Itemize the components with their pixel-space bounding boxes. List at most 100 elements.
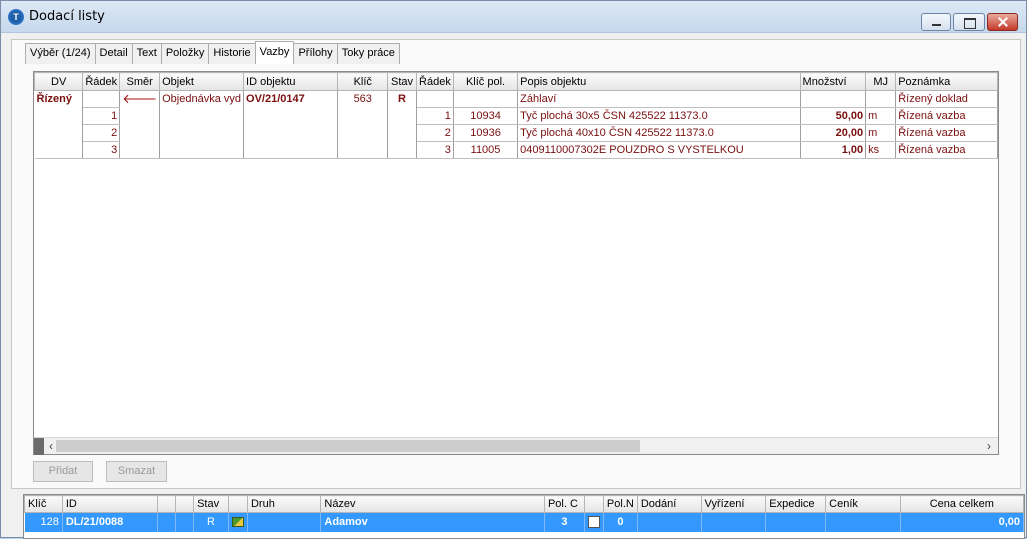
col-klic-pol[interactable]: Klíč pol. (452, 72, 519, 91)
col-nazev[interactable]: Název (320, 495, 545, 513)
col-klic[interactable]: Klíč (24, 495, 63, 513)
cell-objekt (159, 124, 245, 142)
col-radek-pol[interactable]: Řádek (415, 72, 454, 91)
col-dv[interactable]: DV (33, 72, 84, 91)
col-pol-n[interactable]: Pol.N (602, 495, 638, 513)
cell-dodani (637, 512, 702, 532)
tab-historie[interactable]: Historie (208, 43, 256, 64)
col-id-objektu[interactable]: ID objektu (243, 72, 339, 91)
minimize-button[interactable] (921, 13, 951, 31)
links-grid[interactable]: DV Řádek Směr Objekt ID objektu Klíč Sta… (33, 71, 999, 455)
col-stav[interactable]: Stav (193, 495, 229, 513)
col-blank-2[interactable] (175, 495, 195, 513)
cell-vyrizeni (701, 512, 767, 532)
cell-dv (34, 107, 84, 125)
cell-id-objektu: OV/21/0147 (243, 90, 339, 108)
links-header-row: DV Řádek Směr Objekt ID objektu Klíč Sta… (33, 72, 998, 91)
cell-blank-1 (157, 512, 177, 532)
cell-klic-pol: 10936 (453, 124, 519, 142)
documents-table: Klíč ID Stav Druh Název Pol. C Pol.N Dod… (24, 495, 1024, 532)
table-row[interactable]: 1 1 10934 Tyč plochá 30x5 ČSN 425522 113… (34, 107, 998, 125)
cell-checkbox (584, 512, 604, 532)
scrollbar-thumb[interactable] (56, 440, 640, 452)
col-cenik[interactable]: Ceník (825, 495, 901, 513)
col-blank-1[interactable] (157, 495, 177, 513)
cell-radek: 1 (82, 107, 121, 125)
cell-smer (119, 107, 161, 125)
title-bar[interactable]: T Dodací listy (1, 1, 1026, 33)
cell-radek-pol: 1 (416, 107, 454, 125)
cell-stav (387, 141, 417, 159)
col-mnozstvi[interactable]: Množství (799, 72, 867, 91)
cell-poznamka: Řízená vazba (895, 124, 998, 142)
cell-id-objektu (243, 124, 339, 142)
tab-vazby[interactable]: Vazby (254, 41, 295, 64)
table-row[interactable]: 3 3 11005 0409110007302E POUZDRO S VYSTE… (34, 141, 998, 159)
checkbox-icon[interactable] (587, 516, 600, 529)
col-druh[interactable]: Druh (246, 495, 322, 513)
cell-klic (337, 141, 389, 159)
cell-popis: Tyč plochá 30x5 ČSN 425522 11373.0 (517, 107, 801, 125)
col-blank-3[interactable] (227, 495, 248, 513)
tab-text[interactable]: Text (131, 43, 162, 64)
cell-klic (337, 107, 389, 125)
cell-klic-pol: 10934 (453, 107, 519, 125)
cell-objekt (159, 141, 245, 159)
window-title: Dodací listy (29, 9, 105, 24)
col-vyrizeni[interactable]: Vyřízení (700, 495, 767, 513)
cell-blank-2 (175, 512, 195, 532)
tab-vyber[interactable]: Výběr (1/24) (25, 43, 96, 64)
cell-expedice (765, 512, 827, 532)
col-dodani[interactable]: Dodání (636, 495, 702, 513)
cell-klic-pol: 11005 (453, 141, 519, 159)
cell-objekt (159, 107, 245, 125)
col-klic[interactable]: Klíč (337, 72, 389, 91)
cell-popis: 0409110007302E POUZDRO S VYSTELKOU (517, 141, 801, 159)
col-blank-4[interactable] (583, 495, 604, 513)
col-poznamka[interactable]: Poznámka (895, 72, 998, 91)
tab-polozky[interactable]: Položky (160, 43, 210, 64)
cell-mj: m (865, 107, 897, 125)
tab-bar: Výběr (1/24) Detail Text Položky Histori… (25, 41, 400, 64)
col-id[interactable]: ID (61, 495, 159, 513)
documents-grid[interactable]: Klíč ID Stav Druh Název Pol. C Pol.N Dod… (23, 494, 1025, 539)
cell-cena-celkem: 0,00 (900, 512, 1024, 532)
table-row[interactable]: 128 DL/21/0088 R Adamov 3 0 0,00 (24, 512, 1024, 532)
maximize-button[interactable] (953, 13, 985, 31)
tab-detail[interactable]: Detail (94, 43, 133, 64)
cell-klic: 563 (337, 90, 389, 108)
tab-toky-prace[interactable]: Toky práce (336, 43, 400, 64)
cell-dv (34, 141, 84, 159)
cell-druh (247, 512, 322, 532)
scroll-right-icon[interactable]: › (982, 438, 996, 455)
col-mj[interactable]: MJ (865, 72, 897, 91)
cell-dv (34, 124, 84, 142)
cell-nazev: Adamov (320, 512, 545, 532)
close-button[interactable] (987, 13, 1018, 31)
col-stav[interactable]: Stav (387, 72, 417, 91)
col-popis[interactable]: Popis objektu (517, 72, 801, 91)
tab-prilohy[interactable]: Přílohy (293, 43, 338, 64)
cell-klic (337, 124, 389, 142)
table-row[interactable]: 2 2 10936 Tyč plochá 40x10 ČSN 425522 11… (34, 124, 998, 142)
cell-stav: R (193, 512, 229, 532)
cell-smer (119, 124, 161, 142)
documents-header-row: Klíč ID Stav Druh Název Pol. C Pol.N Dod… (24, 495, 1024, 513)
cell-popis: Tyč plochá 40x10 ČSN 425522 11373.0 (517, 124, 801, 142)
cell-mnozstvi (800, 90, 867, 108)
cell-stav (387, 107, 417, 125)
col-smer[interactable]: Směr (119, 72, 161, 91)
add-button[interactable]: Přidat (33, 461, 93, 482)
cell-stav: R (387, 90, 417, 108)
col-cena-celkem[interactable]: Cena celkem (899, 495, 1024, 513)
col-radek[interactable]: Řádek (82, 72, 121, 91)
col-objekt[interactable]: Objekt (159, 72, 245, 91)
delete-button[interactable]: Smazat (106, 461, 167, 482)
links-table: DV Řádek Směr Objekt ID objektu Klíč Sta… (33, 72, 998, 159)
horizontal-scrollbar[interactable]: ‹ › (34, 437, 998, 455)
table-row[interactable]: Řízený 🡐 Objednávka vyd OV/21/0147 563 R… (34, 90, 998, 108)
col-pol-c[interactable]: Pol. C (543, 495, 585, 513)
cell-objekt: Objednávka vyd (159, 90, 245, 108)
cell-mj (865, 90, 897, 108)
col-expedice[interactable]: Expedice (765, 495, 827, 513)
